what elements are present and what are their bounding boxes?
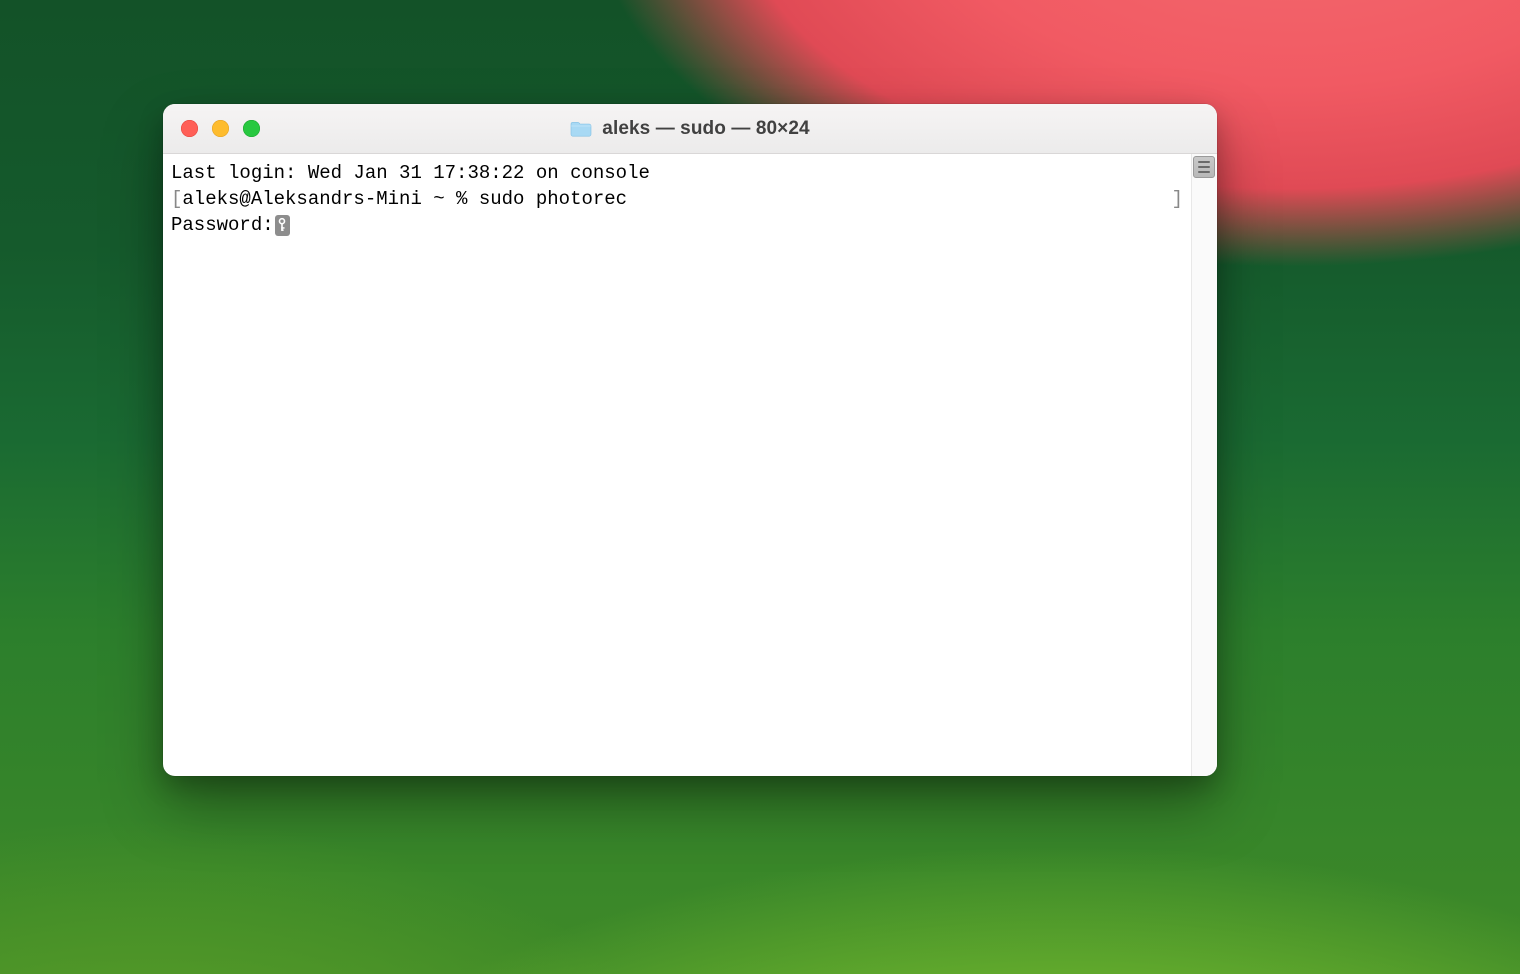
maximize-button[interactable] xyxy=(243,120,260,137)
scrollbar[interactable] xyxy=(1191,154,1217,776)
prompt-text: aleks@Aleksandrs-Mini ~ % sudo photorec xyxy=(182,188,627,210)
prompt-open-bracket: [ xyxy=(171,188,182,210)
password-line: Password: xyxy=(171,212,1183,238)
terminal-body: Last login: Wed Jan 31 17:38:22 on conso… xyxy=(163,154,1217,776)
key-icon xyxy=(275,215,290,236)
terminal-window: aleks — sudo — 80×24 Last login: Wed Jan… xyxy=(163,104,1217,776)
titlebar[interactable]: aleks — sudo — 80×24 xyxy=(163,104,1217,154)
scroll-thumb-icon[interactable] xyxy=(1193,156,1215,178)
minimize-button[interactable] xyxy=(212,120,229,137)
last-login-line: Last login: Wed Jan 31 17:38:22 on conso… xyxy=(171,160,1183,186)
prompt-close-bracket: ] xyxy=(1172,186,1183,212)
close-button[interactable] xyxy=(181,120,198,137)
password-label: Password: xyxy=(171,214,274,236)
window-title: aleks — sudo — 80×24 xyxy=(602,118,809,140)
prompt-line: [aleks@Aleksandrs-Mini ~ % sudo photorec… xyxy=(171,186,1183,212)
folder-icon xyxy=(570,120,592,138)
window-controls xyxy=(163,120,260,137)
terminal-output[interactable]: Last login: Wed Jan 31 17:38:22 on conso… xyxy=(163,154,1191,776)
